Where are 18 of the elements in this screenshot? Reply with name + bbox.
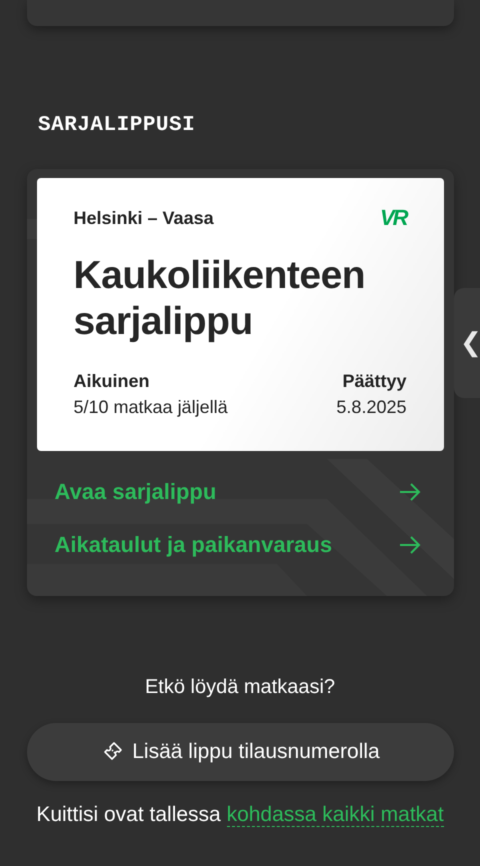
logo: VR: [380, 205, 406, 231]
trips-left: 5/10 matkaa jäljellä: [74, 397, 228, 418]
ticket-title: Kaukoliikenteen sarjalippu: [74, 253, 366, 345]
arrow-right-icon: [398, 535, 422, 555]
question: Etkö löydä matkaasi?: [144, 676, 336, 699]
add-ticket-button[interactable]: Lisää lippu tilausnumerolla: [26, 723, 454, 781]
passenger-label: Aikuinen: [74, 371, 150, 392]
link[interactable]: Avaa sarjalippu: [54, 479, 422, 505]
section-title: SARJALIPPUSI: [38, 114, 196, 137]
arrow-right-icon: [398, 482, 422, 502]
route: Helsinki – Vaasa: [74, 208, 214, 228]
all-trips-link[interactable]: kohdassa kaikki matkat: [226, 803, 444, 827]
receipt-note: Kuittisi ovat tallessa kohdassa kaikki matkat: [36, 803, 444, 827]
expiry-date: 5.8.2025: [336, 397, 406, 418]
link[interactable]: Aikataulut ja paikanvaraus: [54, 532, 422, 558]
ticket[interactable]: Helsinki – Vaasa VR Kaukoliikenteen sarjalippu Aikuinen 5/10 matkaa jäljellä Päättyy 5.8.2025: [36, 178, 444, 451]
side-tab[interactable]: ❮: [454, 288, 480, 398]
expiry-label: Päättyy: [342, 371, 406, 392]
